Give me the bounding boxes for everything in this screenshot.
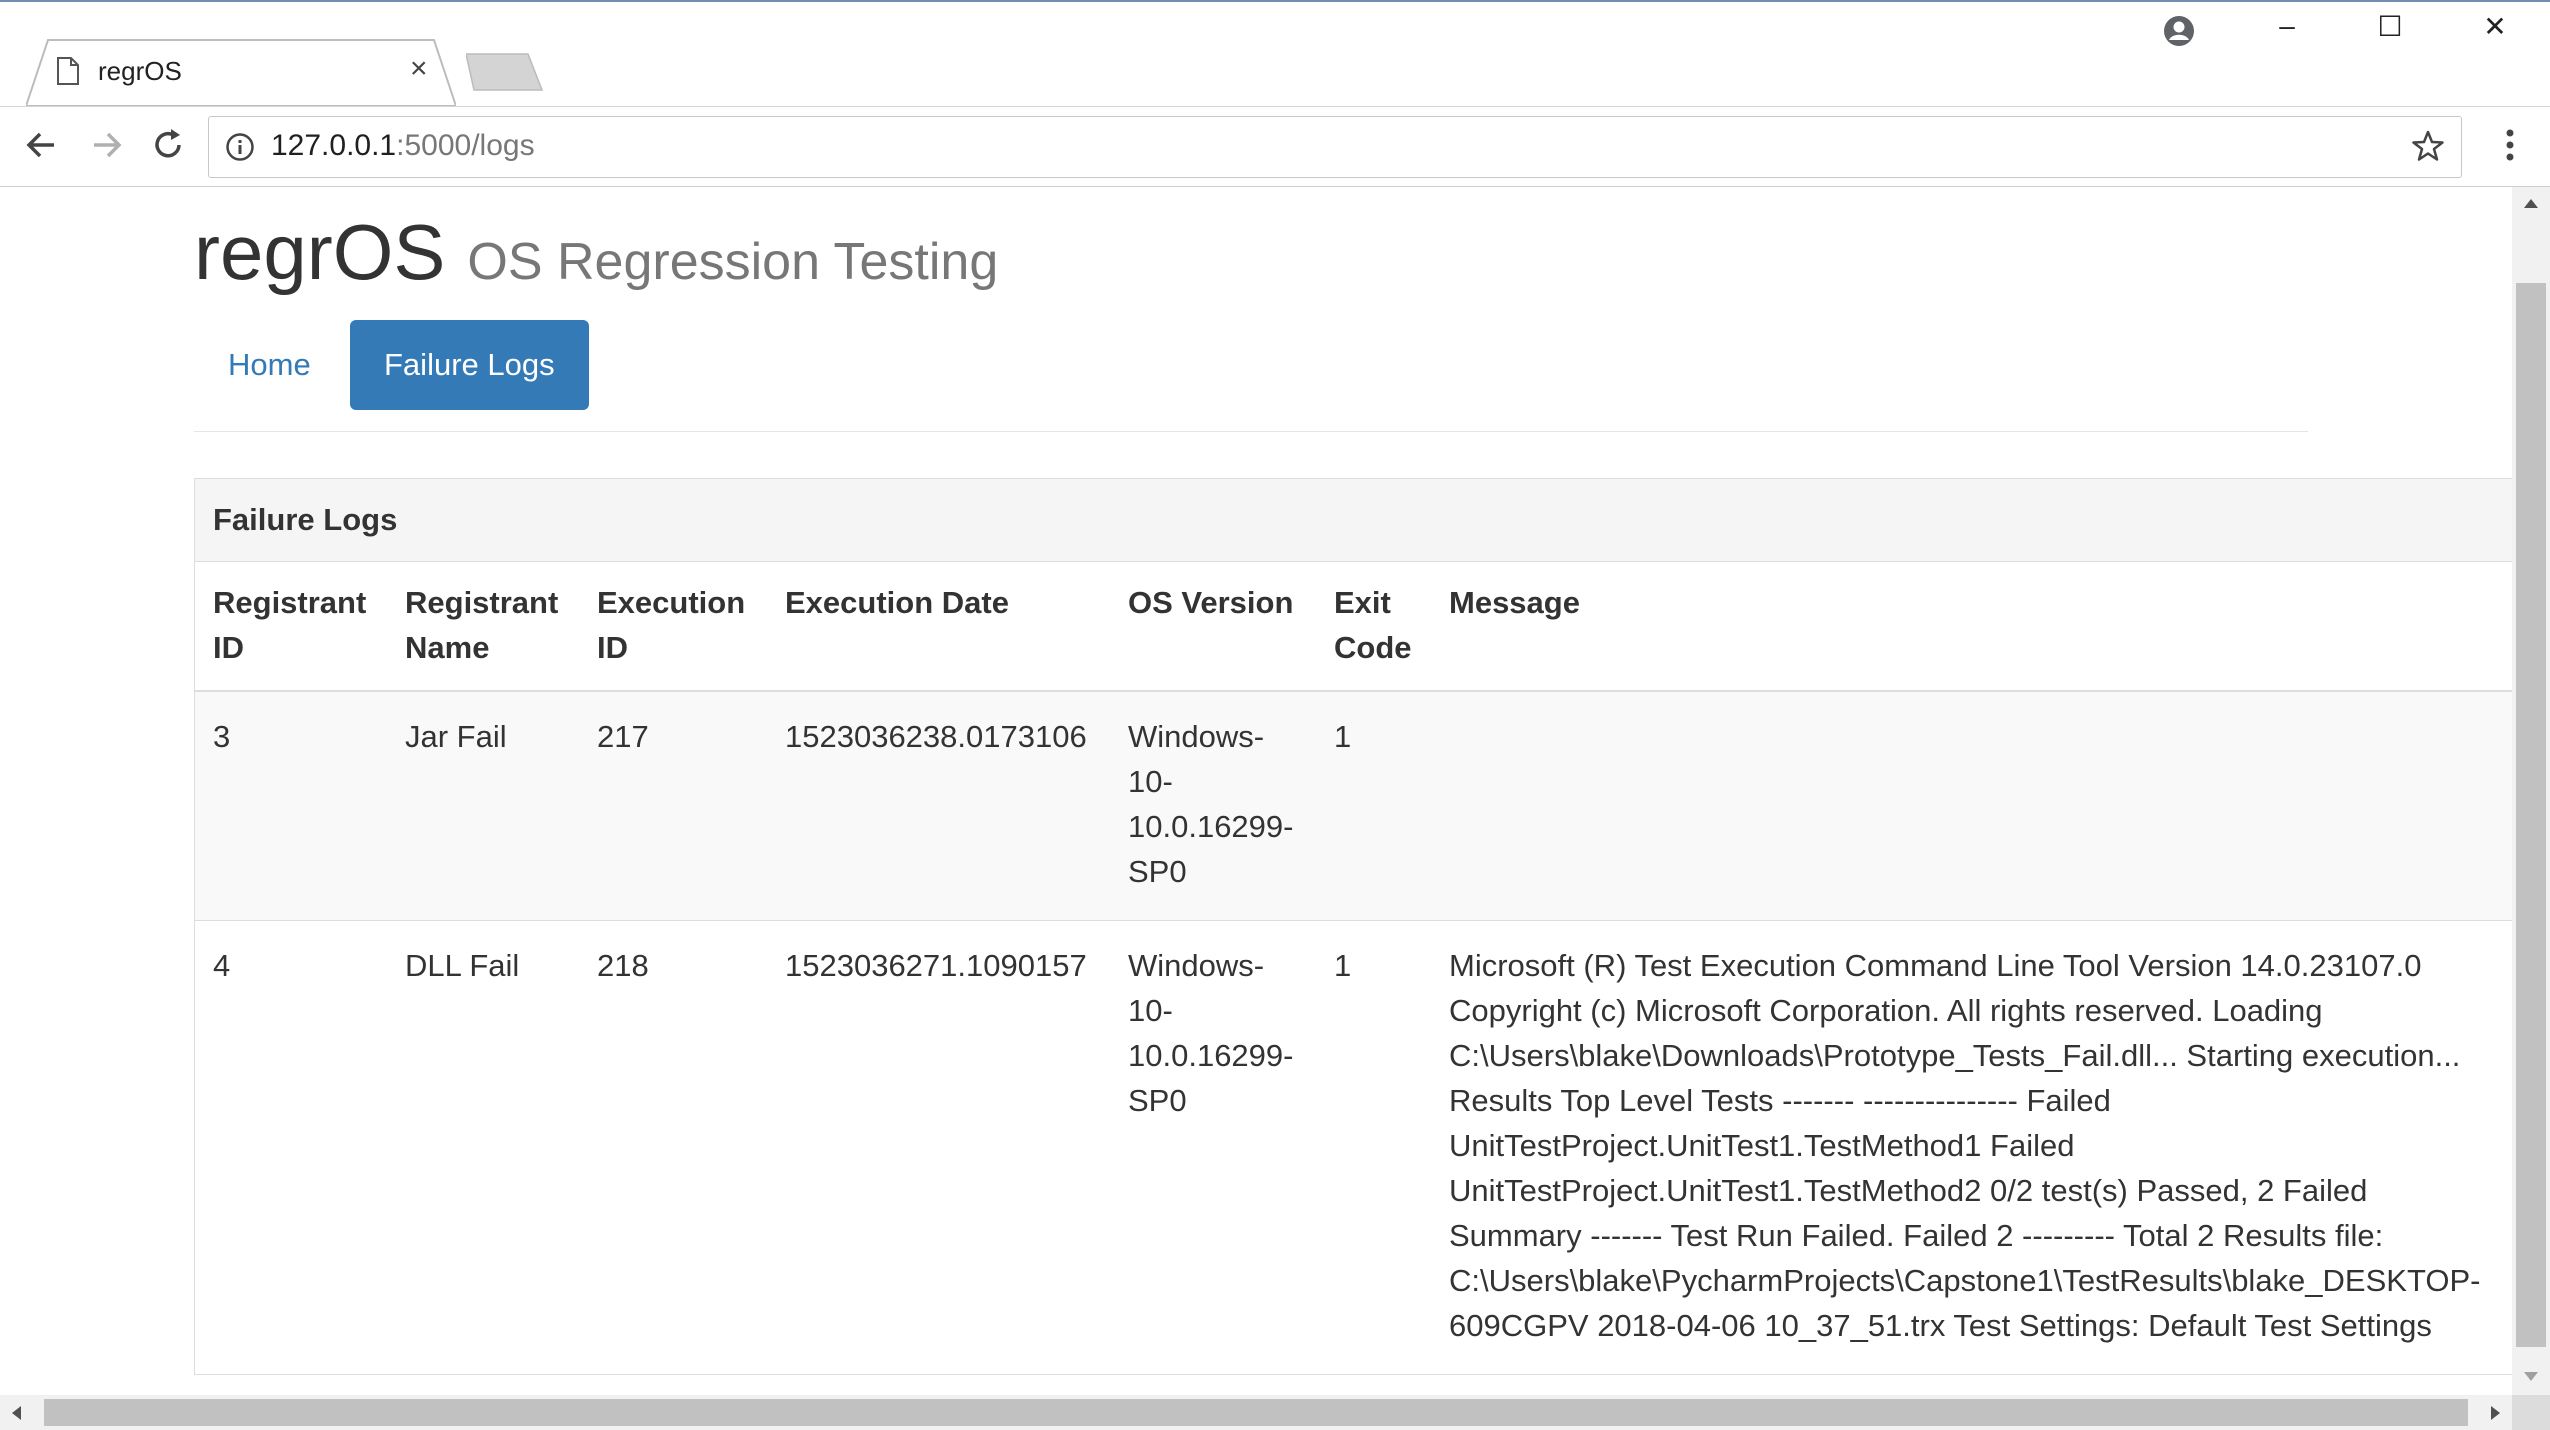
vertical-scrollbar[interactable] [2512,187,2550,1395]
column-header-execution-date: Execution Date [767,562,1110,692]
url-path: :5000/logs [396,129,535,162]
scroll-right-arrow-icon[interactable] [2490,1405,2502,1421]
table-row: 4 DLL Fail 218 1523036271.1090157 Window… [195,920,2512,1374]
scroll-down-arrow-icon[interactable] [2523,1371,2539,1383]
nav-failure-logs-link[interactable]: Failure Logs [350,320,589,410]
tab-strip: regrOS × – ☐ ✕ [0,0,2550,107]
tab-title: regrOS [98,56,182,86]
close-window-button[interactable]: ✕ [2460,10,2530,50]
address-bar[interactable]: 127.0.0.1:5000/logs [208,116,2462,178]
column-header-message: Message [1431,562,2512,692]
cell-execution-date: 1523036271.1090157 [767,920,1110,1374]
cell-exit-code: 1 [1316,690,1431,921]
scrollbar-corner [2512,1395,2550,1430]
browser-tab[interactable]: regrOS × [26,38,456,106]
cell-message [1431,690,2512,921]
tab-shape [26,39,456,106]
maximize-button[interactable]: ☐ [2355,10,2425,50]
column-header-execution-id: Execution ID [579,562,767,692]
reload-icon[interactable] [146,123,190,167]
page-header: regrOS OS Regression Testing [194,207,998,298]
url-host: 127.0.0.1 [271,129,397,162]
brand-subtitle: OS Regression Testing [467,233,999,291]
cell-registrant-id: 4 [195,920,387,1374]
page-icon [57,57,79,85]
scroll-up-arrow-icon[interactable] [2523,197,2539,209]
cell-execution-id: 217 [579,690,767,921]
failure-logs-table: Registrant ID Registrant Name Execution … [195,562,2512,1374]
horizontal-scrollbar[interactable] [0,1395,2512,1430]
cell-execution-date: 1523036238.0173106 [767,690,1110,921]
browser-toolbar: 127.0.0.1:5000/logs [0,107,2550,187]
column-header-os-version: OS Version [1110,562,1316,692]
horizontal-scroll-thumb[interactable] [44,1399,2468,1426]
star-icon[interactable] [2411,129,2445,163]
back-arrow-icon[interactable] [20,123,64,167]
nav-home-link[interactable]: Home [194,320,345,410]
cell-exit-code: 1 [1316,920,1431,1374]
cell-registrant-id: 3 [195,690,387,921]
scroll-left-arrow-icon[interactable] [10,1405,22,1421]
cell-registrant-name: DLL Fail [387,920,579,1374]
minimize-button[interactable]: – [2252,10,2322,50]
cell-message: Microsoft (R) Test Execution Command Lin… [1431,920,2512,1374]
header-divider [194,431,2308,432]
failure-logs-panel: Failure Logs Registrant ID Registrant Na… [194,478,2512,1375]
url-text[interactable]: 127.0.0.1:5000/logs [271,129,535,163]
menu-dots-icon[interactable] [2492,123,2528,167]
vertical-scroll-thumb[interactable] [2516,283,2546,1347]
account-icon[interactable] [2162,14,2196,48]
cell-os-version: Windows-10-10.0.16299-SP0 [1110,920,1316,1374]
forward-arrow-icon[interactable] [84,123,128,167]
page-viewport: regrOS OS Regression Testing Home Failure… [0,187,2512,1395]
table-header-row: Registrant ID Registrant Name Execution … [195,562,2512,692]
table-row: 3 Jar Fail 217 1523036238.0173106 Window… [195,690,2512,921]
column-header-registrant-id: Registrant ID [195,562,387,692]
tab-close-icon[interactable]: × [410,52,428,86]
info-icon[interactable] [225,132,255,162]
panel-heading: Failure Logs [195,479,2512,562]
brand-title: regrOS [194,208,446,296]
cell-os-version: Windows-10-10.0.16299-SP0 [1110,690,1316,921]
column-header-exit-code: Exit Code [1316,562,1431,692]
new-tab-button[interactable] [466,50,546,92]
column-header-registrant-name: Registrant Name [387,562,579,692]
cell-registrant-name: Jar Fail [387,690,579,921]
cell-execution-id: 218 [579,920,767,1374]
